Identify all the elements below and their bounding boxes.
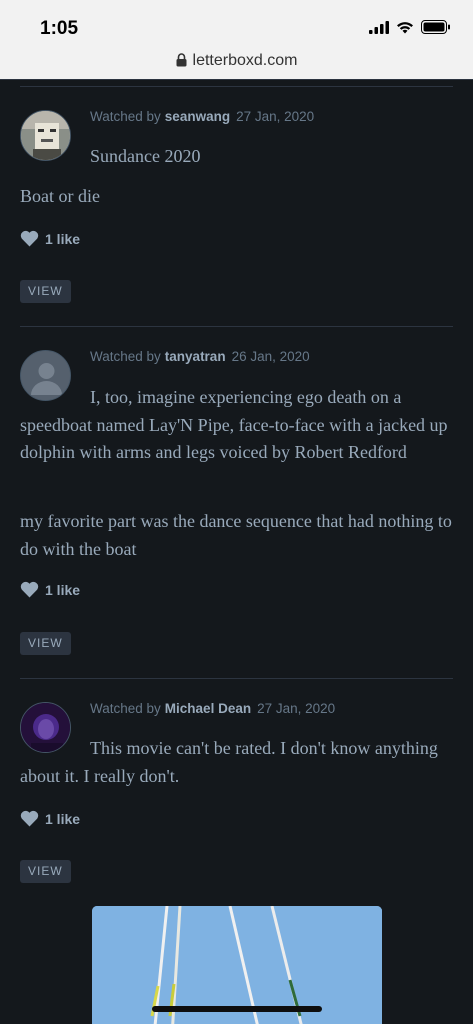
username-link[interactable]: Michael Dean [165, 701, 251, 716]
review-text: I, too, imagine experiencing ego death o… [20, 384, 453, 467]
review-text: my favorite part was the dance sequence … [20, 508, 453, 563]
view-button[interactable]: VIEW [20, 632, 71, 655]
divider [20, 86, 453, 87]
review-paragraph: This movie can't be rated. I don't know … [20, 738, 438, 786]
username-link[interactable]: seanwang [165, 109, 230, 124]
review-text: Boat or die [20, 183, 453, 211]
view-button[interactable]: VIEW [20, 860, 71, 883]
watched-meta: Watched by Michael Dean 27 Jan, 2020 [90, 701, 335, 716]
view-button[interactable]: VIEW [20, 280, 71, 303]
divider [20, 326, 453, 327]
home-indicator[interactable] [152, 1006, 322, 1012]
review-text: Sundance 2020 [20, 143, 453, 171]
review-paragraph: I, too, imagine experiencing ego death o… [20, 387, 448, 462]
url-text: letterboxd.com [192, 52, 298, 69]
watched-meta: Watched by tanyatran 26 Jan, 2020 [90, 349, 310, 364]
review-paragraph: my favorite part was the dance sequence … [20, 511, 452, 559]
clock: 1:05 [40, 18, 79, 39]
watched-by-label: Watched by [90, 109, 161, 124]
lock-icon [176, 53, 187, 67]
watched-by-label: Watched by [90, 701, 161, 716]
likes-count: 1 like [45, 810, 81, 827]
heart-icon [20, 230, 39, 247]
username-link[interactable]: tanyatran [165, 349, 226, 364]
status-bar: 1:05 letterboxd.com [0, 0, 473, 80]
review-text: This movie can't be rated. I don't know … [20, 735, 453, 790]
address-bar[interactable]: letterboxd.com [0, 52, 473, 70]
review-paragraph: Boat or die [20, 186, 100, 206]
battery-icon [421, 20, 450, 34]
system-icons [369, 20, 451, 34]
cellular-signal-icon [369, 20, 389, 34]
divider [20, 678, 453, 679]
wifi-icon [397, 21, 413, 33]
watched-meta: Watched by seanwang 27 Jan, 2020 [90, 109, 314, 124]
watch-date: 27 Jan, 2020 [236, 109, 315, 124]
watch-date: 26 Jan, 2020 [231, 349, 310, 364]
likes-count: 1 like [45, 581, 81, 598]
heart-icon [20, 581, 39, 598]
review-paragraph: Sundance 2020 [90, 146, 201, 166]
likes[interactable]: 1 like [20, 810, 80, 827]
watch-date: 27 Jan, 2020 [257, 701, 336, 716]
likes[interactable]: 1 like [20, 581, 80, 598]
heart-icon [20, 810, 39, 827]
likes[interactable]: 1 like [20, 230, 80, 247]
watched-by-label: Watched by [90, 349, 161, 364]
likes-count: 1 like [45, 230, 81, 247]
